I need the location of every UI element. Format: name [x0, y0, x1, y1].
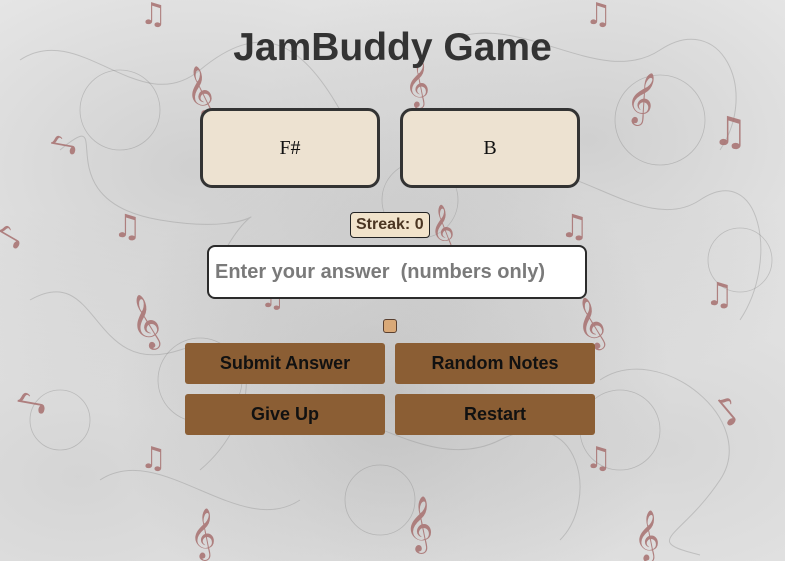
- eighth-note-icon: ♪: [43, 130, 87, 160]
- give-up-button[interactable]: Give Up: [185, 394, 385, 435]
- streak-label: Streak: 0: [356, 216, 424, 233]
- beamed-notes-icon: ♫: [560, 207, 589, 245]
- treble-clef-icon: 𝄞: [121, 290, 168, 354]
- beamed-notes-icon: ♫: [712, 109, 748, 155]
- treble-clef-icon: 𝄞: [621, 67, 662, 127]
- answer-input[interactable]: [207, 245, 587, 299]
- restart-button[interactable]: Restart: [395, 394, 595, 435]
- eighth-note-icon: ♪: [8, 387, 56, 419]
- submit-answer-button[interactable]: Submit Answer: [185, 343, 385, 384]
- eighth-note-icon: ♪: [704, 386, 752, 436]
- feedback-indicator: [383, 319, 397, 333]
- streak-badge: Streak: 0: [350, 212, 430, 238]
- treble-clef-icon: 𝄞: [426, 203, 458, 253]
- beamed-notes-icon: ♫: [113, 207, 142, 245]
- eighth-note-icon: ♪: [0, 217, 34, 257]
- note-label-first: F#: [279, 136, 301, 159]
- beamed-notes-icon: ♫: [140, 441, 167, 476]
- submit-answer-label: Submit Answer: [219, 353, 351, 373]
- beamed-notes-icon: ♫: [585, 441, 612, 476]
- note-card-second: B: [400, 108, 580, 188]
- random-notes-button[interactable]: Random Notes: [395, 343, 595, 384]
- restart-label: Restart: [463, 404, 527, 424]
- treble-clef-icon: 𝄞: [567, 292, 612, 354]
- note-label-second: B: [483, 136, 497, 159]
- treble-clef-icon: 𝄞: [190, 508, 217, 559]
- give-up-label: Give Up: [250, 404, 320, 424]
- random-notes-label: Random Notes: [431, 353, 559, 373]
- treble-clef-icon: 𝄞: [405, 496, 434, 552]
- treble-clef-icon: 𝄞: [634, 510, 661, 561]
- beamed-notes-icon: ♫: [705, 275, 734, 313]
- note-card-first: F#: [200, 108, 380, 188]
- page-title: JamBuddy Game: [233, 26, 552, 69]
